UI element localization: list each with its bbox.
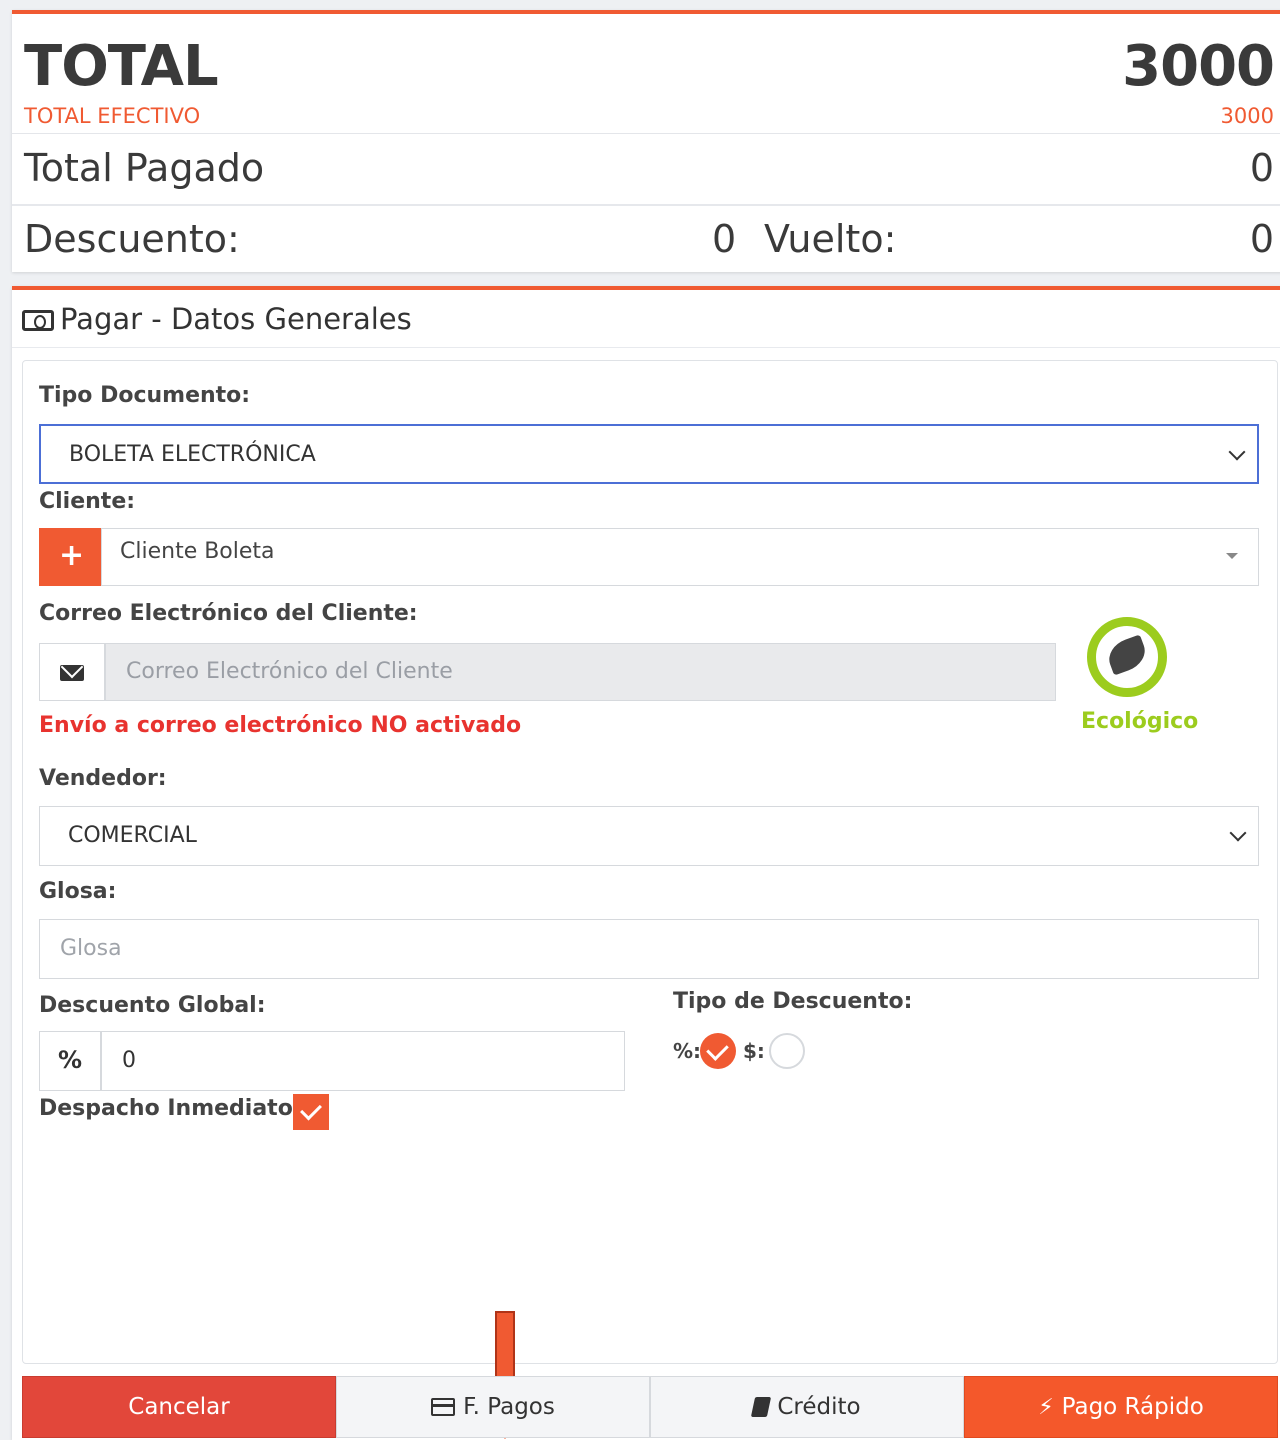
total-pagado-row: Total Pagado 0 — [12, 136, 1280, 206]
tipo-documento-value: BOLETA ELECTRÓNICA — [69, 442, 316, 467]
descuento-global-field[interactable]: 0 — [101, 1031, 625, 1091]
tipo-descuento-pct-label: %: — [673, 1039, 702, 1063]
email-addon — [39, 643, 105, 701]
total-value: 3000 — [1122, 34, 1275, 99]
tipo-descuento-label: Tipo de Descuento: — [673, 989, 913, 1014]
descuento-global-value: 0 — [122, 1048, 136, 1073]
cancel-button-label: Cancelar — [128, 1394, 230, 1420]
payment-panel: Pagar - Datos Generales Tipo Documento: … — [12, 286, 1280, 1440]
panel-title: Pagar - Datos Generales — [60, 302, 412, 336]
total-efectivo-value: 3000 — [1220, 104, 1274, 128]
total-pagado-label: Total Pagado — [24, 146, 265, 190]
credito-button[interactable]: Crédito — [650, 1376, 964, 1438]
plus-icon: + — [59, 538, 85, 573]
vendedor-label: Vendedor: — [39, 766, 167, 791]
pago-rapido-button[interactable]: ⚡ Pago Rápido — [964, 1376, 1278, 1438]
percent-addon: % — [39, 1031, 101, 1091]
glosa-placeholder: Glosa — [60, 936, 122, 961]
email-placeholder: Correo Electrónico del Cliente — [126, 659, 453, 684]
add-client-button[interactable]: + — [39, 528, 101, 586]
email-field[interactable]: Correo Electrónico del Cliente — [105, 643, 1056, 701]
glosa-field[interactable]: Glosa — [39, 919, 1259, 979]
action-bar: Cancelar F. Pagos Crédito ⚡ Pago Rápido — [22, 1376, 1278, 1438]
email-warning: Envío a correo electrónico NO activado — [39, 713, 522, 738]
bolt-icon: ⚡ — [1038, 1394, 1054, 1420]
totals-panel: TOTAL 3000 TOTAL EFECTIVO 3000 Total Pag… — [12, 10, 1280, 272]
vuelto-label: Vuelto: — [764, 217, 897, 261]
pago-rapido-label: Pago Rápido — [1061, 1394, 1204, 1420]
formas-pago-label: F. Pagos — [463, 1394, 555, 1420]
total-efectivo-label: TOTAL EFECTIVO — [24, 104, 201, 128]
despacho-checkbox[interactable] — [293, 1094, 329, 1130]
vendedor-select[interactable]: COMERCIAL — [39, 806, 1259, 866]
vuelto-value: 0 — [1249, 217, 1274, 261]
descuento-vuelto-row: Descuento: 0 Vuelto: 0 — [12, 207, 1280, 273]
total-pagado-value: 0 — [1249, 146, 1274, 190]
panel-header: Pagar - Datos Generales — [12, 290, 1280, 348]
cancel-button[interactable]: Cancelar — [22, 1376, 336, 1438]
correo-label: Correo Electrónico del Cliente: — [39, 601, 418, 626]
caret-down-icon — [1226, 553, 1238, 559]
formas-pago-button[interactable]: F. Pagos — [336, 1376, 650, 1438]
chevron-down-icon — [1229, 824, 1247, 842]
cliente-label: Cliente: — [39, 489, 136, 514]
money-icon — [22, 310, 54, 331]
tipo-documento-label: Tipo Documento: — [39, 383, 251, 408]
total-label: TOTAL — [24, 34, 219, 99]
despacho-label: Despacho Inmediato — [39, 1096, 293, 1121]
eco-label: Ecológico — [1081, 709, 1199, 734]
eco-logo[interactable] — [1087, 617, 1167, 697]
chevron-down-icon — [1228, 443, 1246, 461]
envelope-icon — [60, 665, 84, 681]
vendedor-value: COMERCIAL — [68, 823, 197, 848]
general-data-card: Tipo Documento: BOLETA ELECTRÓNICA Clien… — [22, 360, 1278, 1439]
tipo-descuento-pct-radio[interactable] — [700, 1033, 736, 1069]
percent-icon: % — [58, 1046, 83, 1074]
leaf-icon — [1104, 634, 1150, 676]
cliente-value: Cliente Boleta — [120, 539, 275, 564]
cliente-select[interactable]: Cliente Boleta — [101, 528, 1259, 586]
total-row: TOTAL 3000 TOTAL EFECTIVO 3000 — [12, 14, 1280, 134]
tipo-descuento-usd-label: $: — [743, 1039, 765, 1063]
tipo-descuento-usd-radio[interactable] — [769, 1033, 805, 1069]
credit-card-icon — [431, 1398, 456, 1416]
book-icon — [751, 1397, 772, 1417]
descuento-global-label: Descuento Global: — [39, 993, 266, 1018]
tipo-documento-select[interactable]: BOLETA ELECTRÓNICA — [39, 424, 1259, 484]
descuento-label: Descuento: — [24, 217, 240, 261]
descuento-value: 0 — [712, 217, 737, 261]
glosa-label: Glosa: — [39, 879, 117, 904]
credito-label: Crédito — [777, 1394, 861, 1420]
